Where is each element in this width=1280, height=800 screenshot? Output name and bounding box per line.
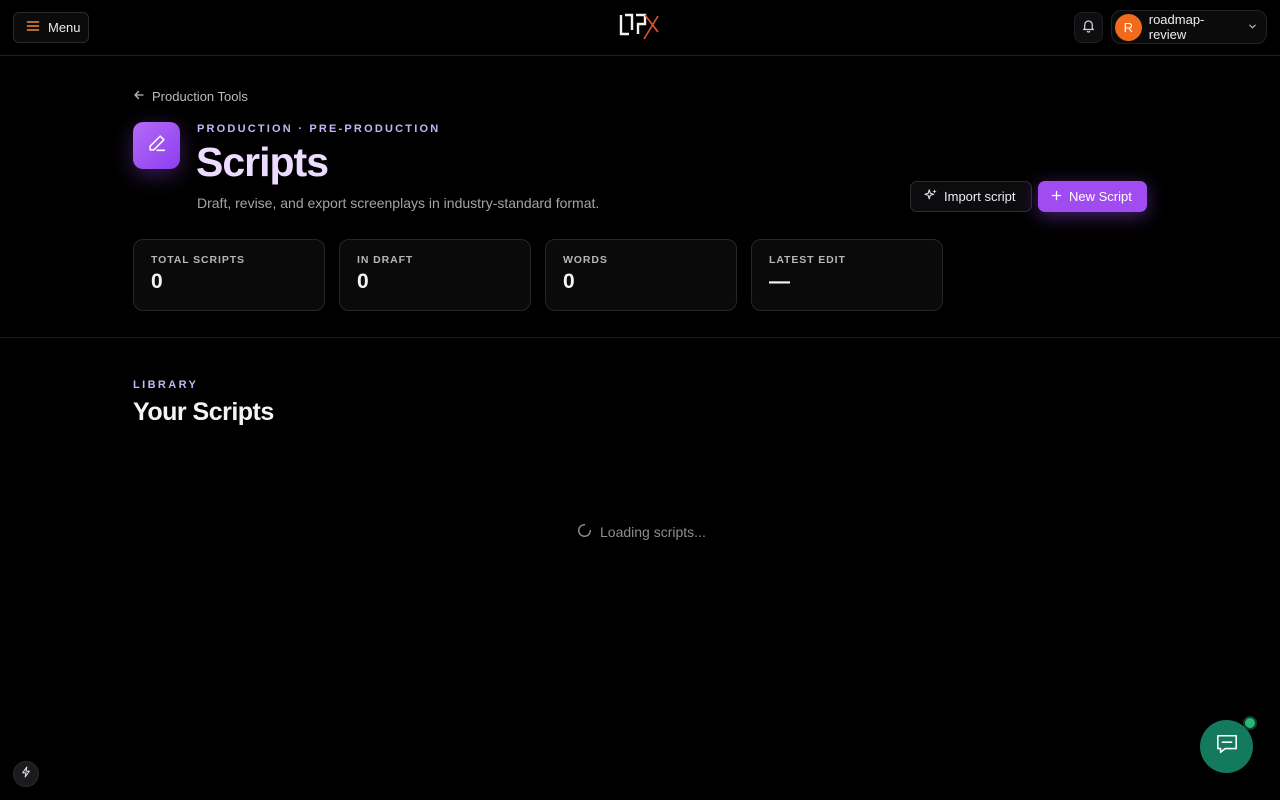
pencil-icon [146, 132, 168, 159]
stat-label: LATEST EDIT [769, 254, 846, 266]
stat-card-latest-edit: LATEST EDIT — [751, 239, 943, 311]
page-eyebrow: PRODUCTION · PRE-PRODUCTION [197, 123, 441, 135]
new-script-button[interactable]: New Script [1038, 181, 1147, 212]
top-bar: Menu R roadmap-review [0, 0, 1280, 56]
import-script-label: Import script [944, 189, 1016, 204]
page-title: Scripts [196, 139, 329, 185]
loading-indicator: Loading scripts... [577, 523, 706, 541]
bolt-icon [21, 765, 31, 783]
back-link-label: Production Tools [152, 89, 248, 104]
section-divider [0, 337, 1280, 338]
import-script-button[interactable]: Import script [910, 181, 1032, 212]
stat-value: 0 [563, 270, 575, 293]
hamburger-icon [26, 19, 40, 36]
stat-card-words: WORDS 0 [545, 239, 737, 311]
menu-label: Menu [48, 20, 81, 35]
sparkles-icon [924, 188, 938, 205]
library-eyebrow: LIBRARY [133, 379, 199, 391]
page-icon [133, 122, 180, 169]
online-status-dot [1243, 716, 1257, 730]
stats-row: TOTAL SCRIPTS 0 IN DRAFT 0 WORDS 0 LATES… [133, 239, 943, 311]
avatar: R [1115, 13, 1142, 41]
brand-logo[interactable] [618, 12, 662, 42]
chevron-down-icon [1248, 18, 1257, 36]
stat-value: 0 [357, 270, 369, 293]
library-title: Your Scripts [133, 398, 274, 426]
loading-text: Loading scripts... [600, 524, 706, 540]
new-script-label: New Script [1069, 189, 1132, 204]
user-name: roadmap-review [1148, 12, 1205, 42]
quick-actions-button[interactable] [13, 761, 39, 787]
page-subtitle: Draft, revise, and export screenplays in… [197, 195, 600, 211]
stat-label: IN DRAFT [357, 254, 414, 266]
bell-icon [1081, 18, 1096, 38]
plus-icon [1051, 189, 1062, 204]
arrow-left-icon [133, 89, 145, 104]
stat-label: TOTAL SCRIPTS [151, 254, 245, 266]
user-menu-button[interactable]: R roadmap-review [1111, 10, 1267, 44]
stat-value: — [769, 270, 790, 293]
stat-card-total-scripts: TOTAL SCRIPTS 0 [133, 239, 325, 311]
stat-label: WORDS [563, 254, 608, 266]
stat-card-in-draft: IN DRAFT 0 [339, 239, 531, 311]
chat-bubble-icon [1215, 733, 1239, 760]
notifications-button[interactable] [1074, 12, 1103, 43]
menu-button[interactable]: Menu [13, 12, 89, 43]
stat-value: 0 [151, 270, 163, 293]
spinner-icon [577, 523, 592, 541]
back-link[interactable]: Production Tools [133, 89, 248, 104]
